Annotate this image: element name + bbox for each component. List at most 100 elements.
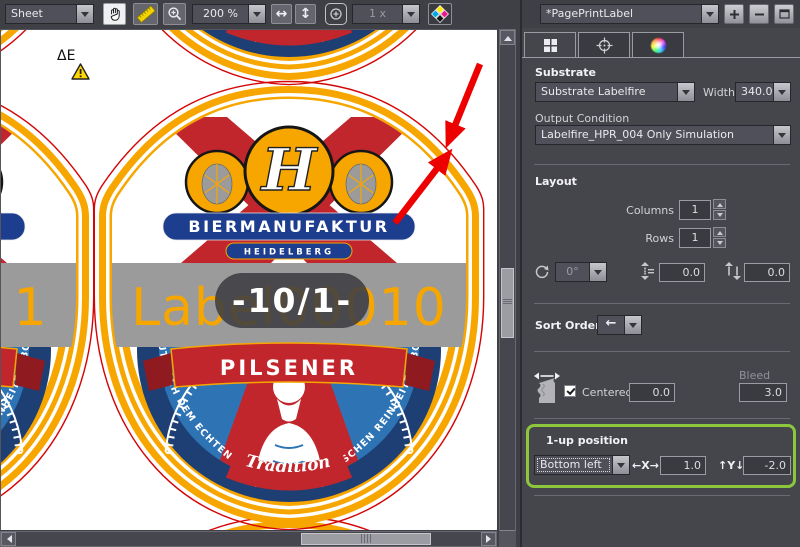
- columns-stepper: [713, 199, 726, 221]
- separations-button[interactable]: [428, 3, 452, 25]
- zoom-tool-button[interactable]: [163, 3, 186, 25]
- repeat-dropdown[interactable]: 1 x: [352, 4, 420, 24]
- oneup-x-label: ←X→: [632, 459, 659, 472]
- repeat-dropdown-arrow[interactable]: [402, 5, 419, 23]
- web-substrate-icon: [534, 372, 560, 404]
- section-divider: [534, 303, 790, 304]
- add-preset-button[interactable]: [724, 4, 744, 24]
- oneup-x-input[interactable]: [660, 456, 706, 475]
- rows-stepper: [713, 227, 726, 249]
- horizontal-scroll-thumb[interactable]: [301, 533, 431, 545]
- hand-tool-button[interactable]: [103, 3, 126, 25]
- panel-preset-dropdown[interactable]: *PagePrintLabel: [540, 4, 719, 24]
- zoom-step-button[interactable]: [325, 3, 347, 25]
- scroll-up-button[interactable]: [500, 30, 515, 45]
- chevron-down-icon: [778, 133, 786, 142]
- substrate-dropdown[interactable]: Substrate Labelfire: [535, 82, 695, 102]
- rows-input[interactable]: 1: [679, 228, 711, 248]
- bleed-input[interactable]: [739, 383, 787, 402]
- chevron-down-icon: [407, 12, 415, 21]
- sort-direction-value: ←: [598, 316, 624, 334]
- section-divider: [534, 495, 790, 496]
- scroll-right-button[interactable]: [481, 532, 496, 546]
- triangle-right-icon: [486, 535, 495, 543]
- rotation-dropdown[interactable]: 0°: [555, 262, 607, 282]
- sort-order-dropdown-arrow[interactable]: [624, 316, 641, 334]
- zoom-level-dropdown-arrow[interactable]: [248, 5, 265, 23]
- rows-label: Rows: [582, 232, 674, 245]
- scroll-left-button[interactable]: [1, 532, 16, 546]
- circled-plus-icon: [329, 7, 343, 21]
- color-wheel-icon: [651, 38, 666, 53]
- fit-height-button[interactable]: ↕: [295, 4, 316, 24]
- triangle-down-icon: [717, 241, 723, 248]
- label-instance-above[interactable]: [94, 30, 483, 85]
- tab-divider: [522, 57, 800, 58]
- view-mode-dropdown-arrow[interactable]: [76, 5, 93, 23]
- tab-registration[interactable]: [578, 32, 630, 58]
- columns-decrement-button[interactable]: [713, 210, 726, 220]
- scrollbar-corner: [499, 531, 516, 547]
- stagger-icon: [725, 262, 741, 280]
- plus-icon: [729, 9, 740, 20]
- sheet-canvas[interactable]: GEBRAUT NACH DEM ECHTEN DEUTSCHEN REINHE…: [0, 29, 497, 530]
- chevron-down-icon: [706, 12, 714, 21]
- section-divider: [534, 418, 790, 419]
- vertical-scrollbar[interactable]: [499, 29, 516, 546]
- measure-tool-button[interactable]: [133, 3, 158, 25]
- triangle-up-icon: [717, 200, 723, 207]
- zoom-level-value: 200 %: [193, 5, 248, 23]
- vertical-offset-input[interactable]: [659, 263, 705, 282]
- tab-layout[interactable]: [524, 32, 576, 58]
- panel-preset-value: *PagePrintLabel: [541, 5, 701, 23]
- width-dropdown[interactable]: 340.0: [735, 82, 791, 102]
- columns-increment-button[interactable]: [713, 199, 726, 209]
- remove-preset-button[interactable]: [749, 4, 769, 24]
- layout-heading: Layout: [535, 175, 577, 188]
- chevron-down-icon: [594, 270, 602, 279]
- substrate-dropdown-arrow[interactable]: [677, 83, 694, 101]
- triangle-up-icon: [717, 228, 723, 235]
- oneup-anchor-value: Bottom left: [535, 456, 612, 474]
- sort-order-dropdown[interactable]: ←: [597, 315, 642, 335]
- application-window: Sheet 200 %: [0, 0, 800, 547]
- fit-width-button[interactable]: ↔: [271, 4, 292, 24]
- centered-offset-input[interactable]: [629, 383, 675, 402]
- cmyk-registration-icon: [431, 5, 449, 23]
- triangle-up-icon: [504, 32, 512, 41]
- rotation-dropdown-arrow[interactable]: [589, 263, 606, 281]
- panel-title-bar: *PagePrintLabel: [520, 0, 800, 28]
- page-count-badge: -10/1-: [215, 273, 369, 328]
- output-condition-dropdown-arrow[interactable]: [773, 126, 790, 144]
- horizontal-offset-input[interactable]: [744, 263, 790, 282]
- rows-decrement-button[interactable]: [713, 238, 726, 248]
- centered-checkbox[interactable]: [564, 385, 576, 397]
- substrate-heading: Substrate: [535, 66, 596, 79]
- output-condition-dropdown[interactable]: Labelfire_HPR_004 Only Simulation: [535, 125, 791, 145]
- window-icon: [779, 9, 790, 19]
- tab-color[interactable]: [632, 32, 684, 58]
- oneup-anchor-dropdown[interactable]: Bottom left: [534, 455, 630, 475]
- minus-icon: [754, 9, 765, 20]
- chevron-down-icon: [81, 12, 89, 21]
- rows-increment-button[interactable]: [713, 227, 726, 237]
- ruler-icon: [136, 5, 156, 23]
- view-mode-dropdown[interactable]: Sheet: [5, 4, 94, 24]
- oneup-anchor-dropdown-arrow[interactable]: [612, 456, 629, 474]
- main-toolbar: Sheet 200 %: [0, 0, 520, 28]
- vertical-arrows-icon: ↕: [300, 6, 312, 22]
- width-value: 340.0: [736, 83, 773, 101]
- warning-icon[interactable]: [71, 63, 90, 80]
- horizontal-scrollbar[interactable]: [0, 531, 497, 547]
- maximize-panel-button[interactable]: [774, 4, 794, 24]
- columns-input[interactable]: 1: [679, 200, 711, 220]
- settings-panel: Substrate Substrate Labelfire Width 340.…: [520, 28, 800, 547]
- width-dropdown-arrow[interactable]: [773, 83, 790, 101]
- panel-preset-dropdown-arrow[interactable]: [701, 5, 718, 23]
- zoom-level-dropdown[interactable]: 200 %: [192, 4, 266, 24]
- vertical-scroll-thumb[interactable]: [501, 268, 514, 338]
- chevron-down-icon: [629, 323, 637, 332]
- rotation-icon: [534, 264, 550, 280]
- oneup-y-input[interactable]: [743, 456, 791, 475]
- sort-order-label: Sort Order: [535, 319, 601, 332]
